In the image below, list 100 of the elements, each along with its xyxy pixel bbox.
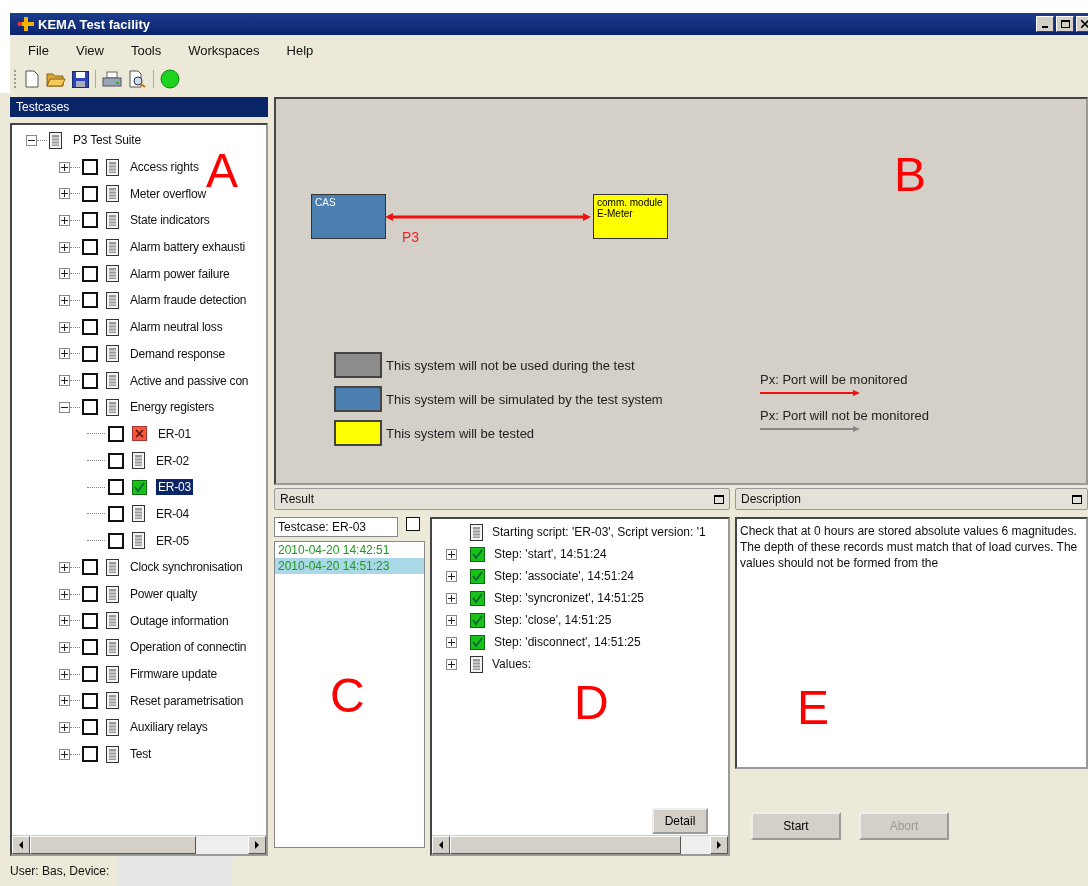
checkbox[interactable] [82, 692, 98, 709]
tree-item[interactable]: ER-01 [156, 425, 193, 442]
checkbox[interactable] [82, 185, 98, 202]
expand-toggle[interactable] [59, 615, 70, 627]
run-item[interactable]: 2010-04-20 14:42:51 [275, 542, 424, 558]
scroll-right-button[interactable] [710, 836, 728, 854]
tree-item[interactable]: P3 Test Suite [71, 132, 143, 149]
expand-toggle[interactable] [445, 592, 457, 604]
checkbox[interactable] [82, 265, 98, 282]
print-preview-icon[interactable] [128, 70, 147, 88]
scroll-right-button[interactable] [248, 836, 266, 854]
tree-item[interactable]: ER-05 [154, 532, 191, 549]
checkbox[interactable] [82, 212, 98, 229]
action-button[interactable]: Start [751, 812, 841, 840]
tree-item[interactable]: Access rights [128, 159, 201, 176]
checkbox[interactable] [82, 372, 98, 389]
expand-toggle[interactable] [59, 268, 70, 280]
checkbox[interactable] [82, 746, 98, 763]
scroll-left-button[interactable] [432, 836, 450, 854]
testcase-field[interactable]: Testcase: ER-03 [274, 517, 398, 537]
checkbox[interactable] [82, 612, 98, 629]
status-light-icon[interactable] [160, 69, 180, 89]
menu-item[interactable]: File [28, 42, 49, 58]
folder-icon[interactable] [46, 70, 66, 88]
scroll-thumb[interactable] [30, 836, 196, 854]
expand-toggle[interactable] [59, 695, 70, 707]
checkbox[interactable] [406, 517, 420, 531]
restore-button[interactable] [714, 494, 724, 504]
expand-toggle[interactable] [59, 668, 70, 680]
tree-item[interactable]: Active and passive con [128, 372, 251, 389]
save-icon[interactable] [72, 70, 89, 88]
checkbox[interactable] [82, 399, 98, 416]
expand-toggle[interactable] [59, 641, 70, 653]
checkbox[interactable] [82, 345, 98, 362]
tree-item[interactable]: Outage information [128, 612, 231, 629]
horizontal-scrollbar[interactable] [12, 835, 266, 854]
collapse-toggle[interactable] [59, 401, 70, 413]
checkbox[interactable] [82, 292, 98, 309]
checkbox[interactable] [82, 559, 98, 576]
scroll-left-button[interactable] [12, 836, 30, 854]
expand-toggle[interactable] [59, 375, 70, 387]
tree-item[interactable]: State indicators [128, 212, 212, 229]
expand-toggle[interactable] [445, 548, 457, 560]
tree-item[interactable]: ER-04 [154, 505, 191, 522]
horizontal-scrollbar[interactable] [432, 835, 728, 854]
expand-toggle[interactable] [445, 614, 457, 626]
checkbox[interactable] [82, 586, 98, 603]
tree-item[interactable]: Clock synchronisation [128, 559, 245, 576]
detail-button[interactable]: Detail [652, 808, 708, 834]
expand-toggle[interactable] [59, 294, 70, 306]
expand-toggle[interactable] [59, 348, 70, 360]
tree-item[interactable]: Alarm fraude detection [128, 292, 249, 309]
tree-item[interactable]: Operation of connectin [128, 639, 249, 656]
minimize-button[interactable] [1036, 16, 1054, 32]
expand-toggle[interactable] [59, 721, 70, 733]
menu-item[interactable]: Help [286, 42, 314, 58]
checkbox[interactable] [108, 425, 124, 442]
tree-item[interactable]: Alarm neutral loss [128, 319, 225, 336]
expand-toggle[interactable] [445, 570, 457, 582]
menu-item[interactable]: Workspaces [188, 42, 260, 58]
checkbox[interactable] [108, 452, 124, 469]
restore-button[interactable] [1072, 494, 1082, 504]
expand-toggle[interactable] [59, 321, 70, 333]
checkbox[interactable] [82, 159, 98, 176]
expand-toggle[interactable] [59, 161, 70, 173]
tree-item[interactable]: Firmware update [128, 666, 220, 683]
printer-icon[interactable] [102, 70, 122, 88]
tree-item[interactable]: Reset parametrisation [128, 692, 246, 709]
expand-toggle[interactable] [445, 658, 457, 670]
expand-toggle[interactable] [445, 636, 457, 648]
maximize-button[interactable] [1056, 16, 1074, 32]
expand-toggle[interactable] [59, 588, 70, 600]
checkbox[interactable] [108, 479, 124, 496]
scroll-thumb[interactable] [450, 836, 681, 854]
checkbox[interactable] [82, 639, 98, 656]
tree-item[interactable]: Demand response [128, 345, 228, 362]
expand-toggle[interactable] [59, 214, 70, 226]
menu-item[interactable]: Tools [130, 42, 162, 58]
collapse-toggle[interactable] [26, 134, 37, 146]
new-file-icon[interactable] [24, 70, 40, 88]
expand-toggle[interactable] [59, 561, 70, 573]
checkbox[interactable] [108, 505, 124, 522]
checkbox[interactable] [82, 319, 98, 336]
checkbox[interactable] [82, 239, 98, 256]
tree-item[interactable]: ER-03 [156, 479, 193, 496]
checkbox[interactable] [82, 666, 98, 683]
expand-toggle[interactable] [59, 748, 70, 760]
tree-item[interactable]: ER-02 [154, 452, 191, 469]
expand-toggle[interactable] [59, 188, 70, 200]
tree-item[interactable]: Power qualty [128, 586, 199, 603]
expand-toggle[interactable] [59, 241, 70, 253]
tree-item[interactable]: Alarm power failure [128, 265, 232, 282]
tree-item[interactable]: Alarm battery exhausti [128, 239, 247, 256]
checkbox[interactable] [108, 532, 124, 549]
checkbox[interactable] [82, 719, 98, 736]
tree-item[interactable]: Energy registers [128, 399, 217, 416]
plus-icon [60, 669, 69, 679]
tree-item[interactable]: Test [128, 746, 154, 763]
tree-item[interactable]: Auxiliary relays [128, 719, 210, 736]
menu-item[interactable]: View [75, 42, 104, 58]
